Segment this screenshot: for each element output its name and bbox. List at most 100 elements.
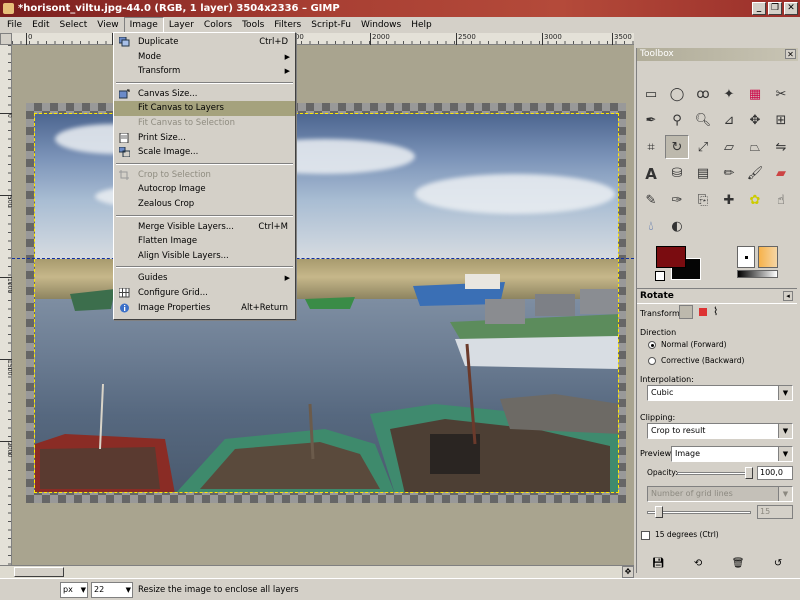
- horizontal-ruler[interactable]: 0 500 1000 1500 2000 2500 3000 3500: [12, 33, 634, 45]
- menu-filters[interactable]: Filters: [269, 17, 306, 33]
- restore-options-icon[interactable]: ⟲: [694, 558, 702, 569]
- eraser-icon[interactable]: ▰: [769, 162, 793, 186]
- interpolation-select[interactable]: Cubic ▼: [647, 385, 793, 401]
- transform-layer-icon[interactable]: [679, 305, 693, 319]
- menu-colors[interactable]: Colors: [199, 17, 237, 33]
- blend-icon[interactable]: ▤: [691, 162, 715, 186]
- rotate-icon[interactable]: ↻: [665, 135, 689, 159]
- menu-image[interactable]: Image: [123, 17, 164, 33]
- pattern-preview[interactable]: [758, 246, 778, 268]
- menu-align-visible-layers[interactable]: Align Visible Layers...: [114, 249, 295, 264]
- heal-icon[interactable]: ✚: [717, 188, 741, 212]
- horizontal-scrollbar[interactable]: ✥: [0, 565, 634, 578]
- color-swatches[interactable]: [653, 246, 703, 282]
- opacity-slider[interactable]: [677, 472, 751, 475]
- fuzzy-select-icon[interactable]: ✦: [717, 82, 741, 106]
- menu-mode[interactable]: Mode ▶: [114, 50, 295, 65]
- perspective-icon[interactable]: ⏢: [743, 135, 767, 159]
- menu-scale-image[interactable]: Scale Image...: [114, 145, 295, 160]
- minimize-button[interactable]: _: [752, 2, 766, 15]
- preview-select[interactable]: Image ▼: [671, 446, 793, 462]
- ruler-corner-button[interactable]: [0, 33, 12, 45]
- ellipse-select-icon[interactable]: ◯: [665, 82, 689, 106]
- direction-normal-radio[interactable]: [648, 341, 656, 349]
- menu-autocrop-image[interactable]: Autocrop Image: [114, 182, 295, 197]
- clone-icon[interactable]: ⎘: [691, 188, 715, 212]
- reset-options-icon[interactable]: ↺: [774, 558, 782, 569]
- measure-icon[interactable]: ⊿: [717, 109, 741, 133]
- menu-duplicate[interactable]: Duplicate Ctrl+D: [114, 35, 295, 50]
- menu-transform[interactable]: Transform ▶: [114, 64, 295, 79]
- vertical-ruler[interactable]: 0 500 1000 1500 2000: [0, 45, 13, 565]
- flip-icon[interactable]: ⇋: [769, 135, 793, 159]
- clipping-select[interactable]: Crop to result ▼: [647, 423, 793, 439]
- menu-fit-canvas-to-layers[interactable]: Fit Canvas to Layers: [114, 101, 295, 116]
- smudge-icon[interactable]: ☝: [769, 188, 793, 212]
- menu-image-properties[interactable]: Image Properties Alt+Return: [114, 301, 295, 316]
- move-icon[interactable]: ✥: [743, 109, 767, 133]
- menu-edit[interactable]: Edit: [27, 17, 54, 33]
- menu-view[interactable]: View: [92, 17, 123, 33]
- opacity-slider-handle[interactable]: [745, 467, 753, 479]
- grid-lines-select[interactable]: Number of grid lines ▼: [647, 486, 793, 502]
- constrain-15-degrees-checkbox[interactable]: [641, 531, 650, 540]
- menu-flatten-image[interactable]: Flatten Image: [114, 234, 295, 249]
- menu-tools[interactable]: Tools: [237, 17, 269, 33]
- menu-help[interactable]: Help: [406, 17, 437, 33]
- foreground-color[interactable]: [656, 246, 686, 268]
- paths-icon[interactable]: ✒: [639, 109, 663, 133]
- close-icon[interactable]: ✕: [785, 49, 796, 59]
- transform-selection-icon[interactable]: [699, 308, 707, 316]
- perspective-clone-icon[interactable]: ✿: [743, 188, 767, 212]
- text-icon[interactable]: A: [639, 162, 663, 186]
- pencil-icon[interactable]: ✏: [717, 162, 741, 186]
- menu-file[interactable]: File: [2, 17, 27, 33]
- direction-corrective-radio[interactable]: [648, 357, 656, 365]
- menu-canvas-size[interactable]: Canvas Size...: [114, 87, 295, 102]
- crop-tool-icon[interactable]: ⌗: [639, 135, 663, 159]
- grid-count-input[interactable]: 15: [757, 505, 793, 519]
- airbrush-icon[interactable]: ✎: [639, 188, 663, 212]
- save-options-icon[interactable]: 💾︎: [652, 558, 665, 569]
- menu-print-size[interactable]: Print Size...: [114, 131, 295, 146]
- ink-icon[interactable]: ✑: [665, 188, 689, 212]
- transform-path-icon[interactable]: ⌇: [713, 305, 718, 318]
- maximize-button[interactable]: ❐: [768, 2, 782, 15]
- free-select-icon[interactable]: ꝏ: [691, 82, 715, 106]
- scrollbar-thumb[interactable]: [14, 567, 64, 577]
- grid-count-slider-handle[interactable]: [655, 506, 663, 518]
- blur-icon[interactable]: 💧︎: [639, 215, 663, 239]
- rect-select-icon[interactable]: ▭: [639, 82, 663, 106]
- brush-preview[interactable]: [737, 246, 755, 268]
- menu-merge-visible-layers[interactable]: Merge Visible Layers... Ctrl+M: [114, 220, 295, 235]
- scale-icon[interactable]: ⤢: [691, 135, 715, 159]
- paintbrush-icon[interactable]: 🖌︎: [743, 162, 767, 186]
- menu-select[interactable]: Select: [55, 17, 93, 33]
- guide-line[interactable]: [12, 258, 634, 259]
- menu-script-fu[interactable]: Script-Fu: [306, 17, 356, 33]
- align-icon[interactable]: ⊞: [769, 109, 793, 133]
- reset-colors-icon[interactable]: [655, 271, 665, 281]
- zoom-select[interactable]: 22 ▼: [91, 582, 133, 598]
- color-picker-icon[interactable]: ⚲: [665, 109, 689, 133]
- menu-guides[interactable]: Guides ▶: [114, 271, 295, 286]
- dodge-icon[interactable]: ◐: [665, 215, 689, 239]
- bucket-fill-icon[interactable]: ⛁: [665, 162, 689, 186]
- canvas-area[interactable]: [12, 45, 634, 565]
- unit-select[interactable]: px ▼: [60, 582, 88, 598]
- menu-configure-grid[interactable]: Configure Grid...: [114, 286, 295, 301]
- navigate-icon[interactable]: ✥: [622, 566, 634, 578]
- color-select-icon[interactable]: ▦: [743, 82, 767, 106]
- scissors-icon[interactable]: ✂: [769, 82, 793, 106]
- opacity-input[interactable]: 100,0: [757, 466, 793, 480]
- shear-icon[interactable]: ▱: [717, 135, 741, 159]
- menu-layer[interactable]: Layer: [164, 17, 199, 33]
- menu-crop-to-selection[interactable]: Crop to Selection: [114, 168, 295, 183]
- menu-zealous-crop[interactable]: Zealous Crop: [114, 197, 295, 212]
- menu-fit-canvas-to-selection[interactable]: Fit Canvas to Selection: [114, 116, 295, 131]
- zoom-icon[interactable]: 🔍︎: [691, 109, 715, 133]
- panel-menu-icon[interactable]: ◂: [783, 291, 793, 301]
- gradient-preview[interactable]: [737, 270, 778, 278]
- delete-options-icon[interactable]: 🗑︎: [732, 558, 745, 569]
- close-button[interactable]: ✕: [784, 2, 798, 15]
